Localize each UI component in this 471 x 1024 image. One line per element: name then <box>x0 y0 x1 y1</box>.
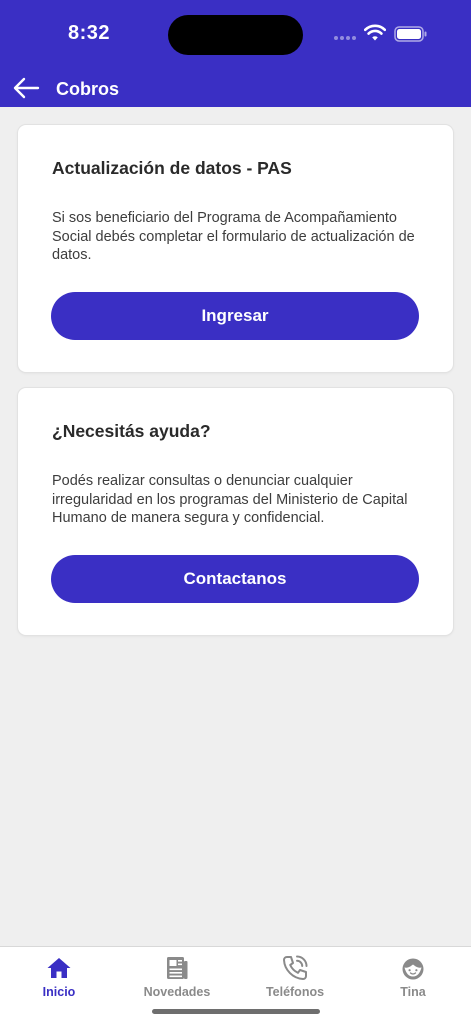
wifi-icon <box>364 24 386 41</box>
pas-update-card: Actualización de datos - PAS Si sos bene… <box>18 125 453 372</box>
back-arrow-icon[interactable] <box>12 75 40 101</box>
card-title: ¿Necesitás ayuda? <box>52 421 211 441</box>
home-icon <box>47 958 71 978</box>
tab-novedades[interactable]: Novedades <box>118 955 236 1005</box>
page-title: Cobros <box>56 79 119 99</box>
tab-tina[interactable]: Tina <box>354 955 471 1005</box>
tab-telefonos[interactable]: Teléfonos <box>236 955 354 1005</box>
tab-label: Novedades <box>143 985 211 999</box>
card-description: Podés realizar consultas o denunciar cua… <box>52 473 408 526</box>
card-title: Actualización de datos - PAS <box>52 158 292 178</box>
dynamic-island <box>168 15 303 55</box>
card-description: Si sos beneficiario del Programa de Acom… <box>52 210 415 263</box>
contactanos-button[interactable]: Contactanos <box>51 555 419 603</box>
app-header: 8:32 Cobros <box>0 0 471 107</box>
newspaper-icon <box>167 957 188 979</box>
tab-inicio[interactable]: Inicio <box>0 955 118 1005</box>
tab-label: Teléfonos <box>265 985 325 999</box>
signal-icon <box>334 35 358 41</box>
tab-label: Tina <box>400 985 426 999</box>
status-time: 8:32 <box>68 22 111 44</box>
phone-icon <box>283 955 308 980</box>
home-indicator <box>152 1009 320 1014</box>
battery-icon <box>394 26 427 42</box>
tab-label: Inicio <box>42 985 76 999</box>
ingresar-button[interactable]: Ingresar <box>51 292 419 340</box>
tina-face-icon <box>402 958 424 980</box>
help-card: ¿Necesitás ayuda? Podés realizar consult… <box>18 388 453 635</box>
